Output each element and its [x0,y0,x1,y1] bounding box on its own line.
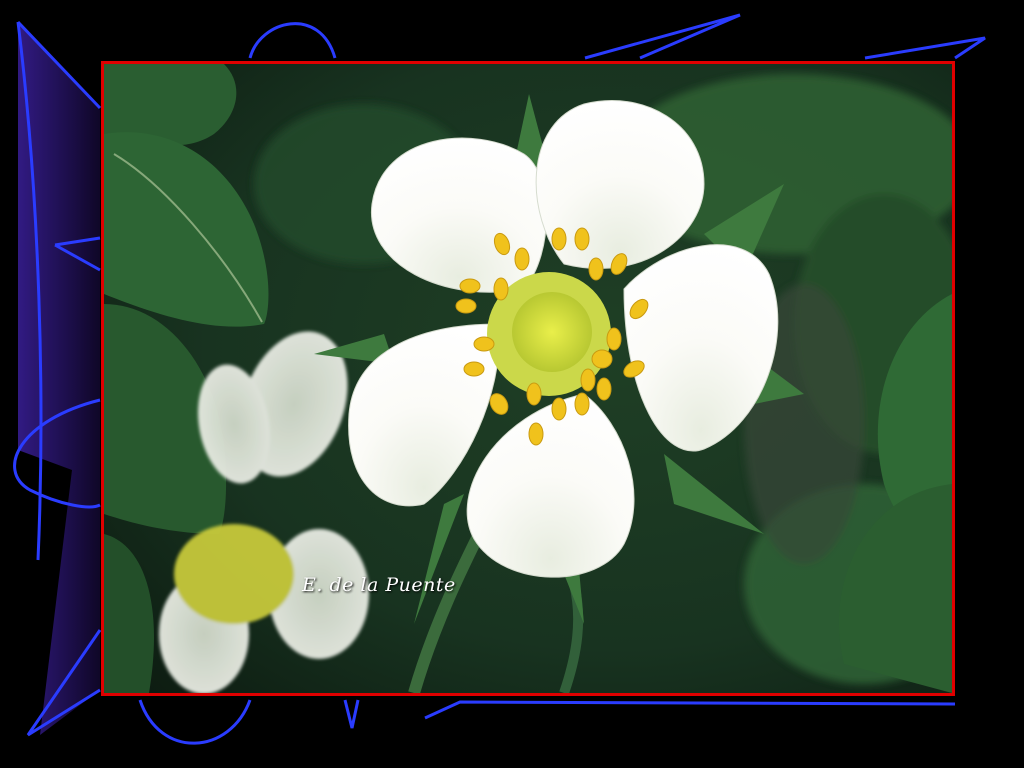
decor-arc-bottom [138,699,252,745]
photo-credit: E. de la Puente [302,574,456,596]
decor-arc-top [248,22,337,59]
photo-frame [101,61,955,696]
decor-line-5 [584,13,741,60]
flower-photo [104,64,952,693]
flower-center [174,524,294,624]
decor-line-8 [424,700,956,720]
decor-line-7 [343,699,360,729]
flower-pistil [512,292,592,372]
decor-line-6 [864,36,986,60]
